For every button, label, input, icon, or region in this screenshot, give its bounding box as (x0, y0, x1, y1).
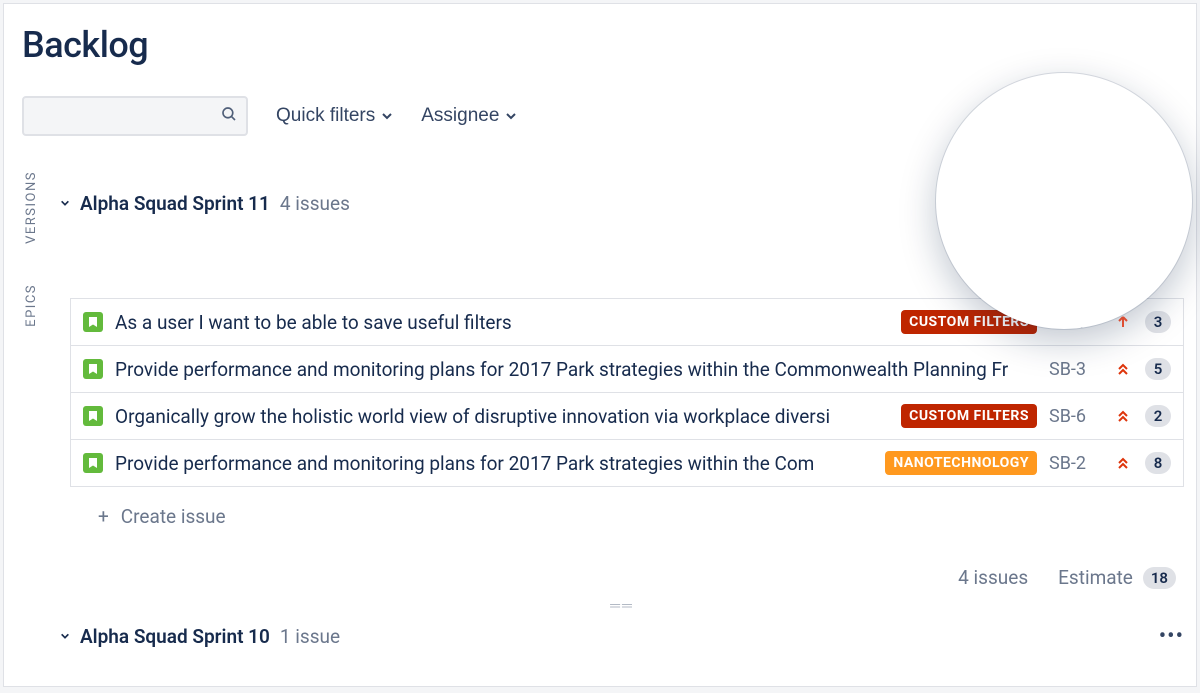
tab-epics[interactable]: EPICS (24, 284, 39, 327)
quick-filters-label: Quick filters (276, 105, 375, 127)
drag-handle-icon[interactable]: ══ (60, 597, 1184, 614)
search-icon[interactable] (220, 105, 238, 127)
search-input[interactable] (22, 96, 248, 136)
sprint-more-icon[interactable]: ••• (1159, 624, 1184, 649)
sprint-issue-count: 1 issue (280, 625, 340, 648)
create-issue-label: Create issue (121, 505, 226, 528)
issue-summary: Provide performance and monitoring plans… (115, 358, 1037, 381)
start-sprint-button[interactable]: Start sprint (1002, 180, 1145, 227)
issue-key[interactable]: SB-2 (1049, 453, 1101, 474)
issue-key[interactable]: SB-3 (1049, 359, 1101, 380)
epic-badge[interactable]: CUSTOM FILTERS (901, 310, 1037, 334)
story-icon (83, 406, 103, 426)
plus-icon: + (98, 505, 109, 528)
estimate-pill: 2 (1145, 405, 1171, 427)
footer-estimate-label: Estimate (1058, 566, 1133, 589)
priority-highest-icon (1113, 456, 1133, 470)
priority-highest-icon (1113, 409, 1133, 423)
chevron-down-icon (381, 110, 393, 122)
estimate-pill: 3 (1145, 311, 1171, 333)
priority-highest-icon (1113, 362, 1133, 376)
issue-row[interactable]: Provide performance and monitoring plans… (71, 346, 1183, 393)
linked-pages-link[interactable]: Linked pages (1064, 247, 1176, 270)
estimate-pill: 5 (1145, 358, 1171, 380)
sprint-name: Alpha Squad Sprint 10 (80, 625, 270, 648)
issue-row[interactable]: As a user I want to be able to save usef… (71, 299, 1183, 346)
issue-summary: Organically grow the holistic world view… (115, 405, 889, 428)
footer-issue-count: 4 issues (958, 566, 1028, 589)
assignee-label: Assignee (421, 105, 499, 127)
page-title: Backlog (22, 24, 1184, 66)
sprint-issue-count: 4 issues (280, 192, 350, 215)
epic-badge[interactable]: CUSTOM FILTERS (901, 404, 1037, 428)
issue-list: As a user I want to be able to save usef… (70, 298, 1184, 487)
issue-summary: Provide performance and monitoring plans… (115, 452, 873, 475)
story-icon (83, 312, 103, 332)
toolbar: Quick filters Assignee (22, 96, 1184, 136)
assignee-dropdown[interactable]: Assignee (421, 105, 517, 127)
issue-key[interactable]: SB-6 (1049, 406, 1101, 427)
issue-key[interactable]: SB-1 (1049, 312, 1101, 333)
search-box (22, 96, 248, 136)
collapse-icon[interactable] (60, 630, 70, 644)
sprint-footer: 4 issues Estimate 18 (60, 566, 1176, 589)
create-issue-button[interactable]: + Create issue (98, 505, 1184, 528)
issue-row[interactable]: Organically grow the holistic world view… (71, 393, 1183, 440)
footer-estimate-pill: 18 (1143, 567, 1176, 589)
tab-versions[interactable]: VERSIONS (24, 171, 39, 244)
quick-filters-dropdown[interactable]: Quick filters (276, 105, 393, 127)
issue-summary: As a user I want to be able to save usef… (115, 311, 889, 334)
story-icon (83, 453, 103, 473)
issue-row[interactable]: Provide performance and monitoring plans… (71, 440, 1183, 487)
priority-medium-icon (1113, 315, 1133, 329)
sprint-10-header: Alpha Squad Sprint 10 1 issue ••• (60, 624, 1184, 649)
estimate-pill: 8 (1145, 452, 1171, 474)
side-tabs: VERSIONS EPICS (24, 171, 39, 327)
sprint-name: Alpha Squad Sprint 11 (80, 192, 270, 215)
sprint-more-icon[interactable]: ••• (1159, 191, 1184, 216)
collapse-icon[interactable] (60, 197, 70, 211)
story-icon (83, 359, 103, 379)
sprint-11-header: Alpha Squad Sprint 11 4 issues Start spr… (60, 180, 1184, 227)
epic-badge[interactable]: NANOTECHNOLOGY (885, 451, 1037, 475)
chevron-down-icon (505, 110, 517, 122)
